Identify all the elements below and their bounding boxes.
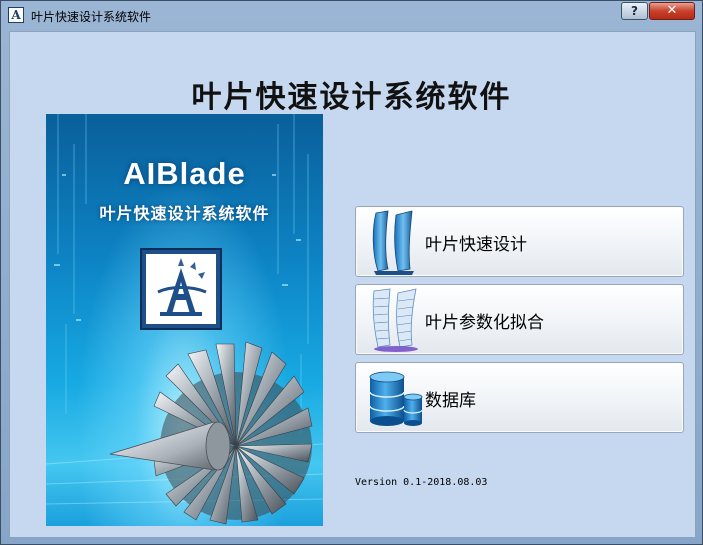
close-button[interactable]: ✕ — [649, 2, 695, 20]
splash-banner: AIBlade 叶片快速设计系统软件 — [46, 114, 323, 526]
page-title: 叶片快速设计系统软件 — [191, 80, 512, 115]
blade-fitting-icon — [372, 288, 418, 352]
blade-parametric-fitting-button[interactable]: 叶片参数化拟合 — [355, 284, 684, 355]
blade-design-icon — [372, 210, 414, 275]
title-bar[interactable]: A 叶片快速设计系统软件 ? ✕ — [1, 1, 702, 29]
blade-quick-design-button[interactable]: 叶片快速设计 — [355, 206, 684, 277]
app-icon: A — [8, 7, 24, 23]
help-button[interactable]: ? — [621, 2, 648, 20]
database-button[interactable]: 数据库 — [355, 362, 684, 433]
banner-brand: AIBlade — [123, 156, 246, 191]
database-icon — [369, 371, 423, 426]
blade-quick-design-label: 叶片快速设计 — [425, 235, 527, 255]
database-label: 数据库 — [425, 391, 476, 411]
banner-subtitle: 叶片快速设计系统软件 — [99, 204, 270, 223]
version-label: Version 0.1-2018.08.03 — [355, 477, 488, 488]
turbine-image — [109, 341, 313, 525]
window-title: 叶片快速设计系统软件 — [31, 10, 152, 24]
aiblade-logo — [140, 248, 222, 330]
blade-parametric-fitting-label: 叶片参数化拟合 — [425, 313, 544, 333]
